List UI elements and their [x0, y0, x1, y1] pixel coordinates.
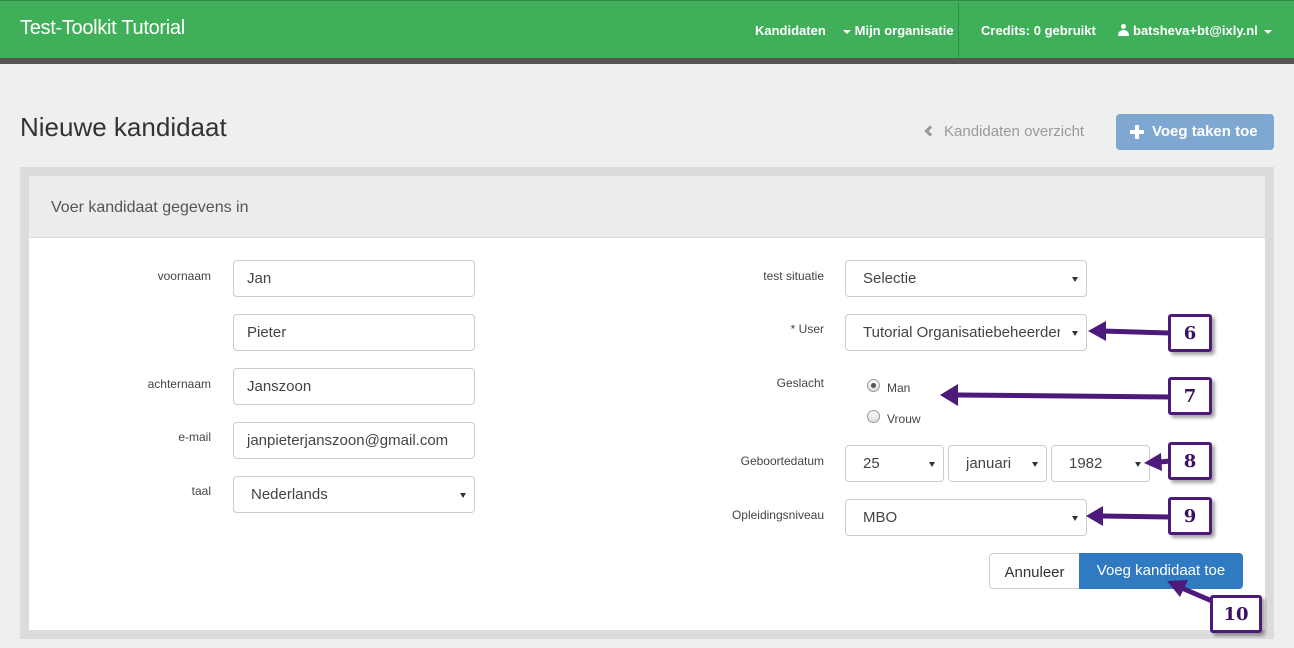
arrow-9-head — [1086, 506, 1103, 526]
annotation-badge-8: 8 — [1168, 442, 1212, 480]
arrow-9-line — [1099, 513, 1173, 520]
arrow-10-line — [1181, 586, 1215, 604]
arrow-7-line — [955, 392, 1175, 400]
arrow-7-head — [940, 384, 958, 406]
annotation-arrows — [940, 321, 1215, 604]
arrow-8-head — [1144, 453, 1162, 471]
annotation-badge-6: 6 — [1168, 314, 1212, 352]
annotation-badge-10: 10 — [1210, 595, 1262, 633]
annotation-badge-7: 7 — [1168, 377, 1212, 415]
arrow-6-line — [1099, 328, 1173, 336]
arrow-6-head — [1088, 321, 1106, 341]
annotation-badge-9: 9 — [1168, 497, 1212, 535]
